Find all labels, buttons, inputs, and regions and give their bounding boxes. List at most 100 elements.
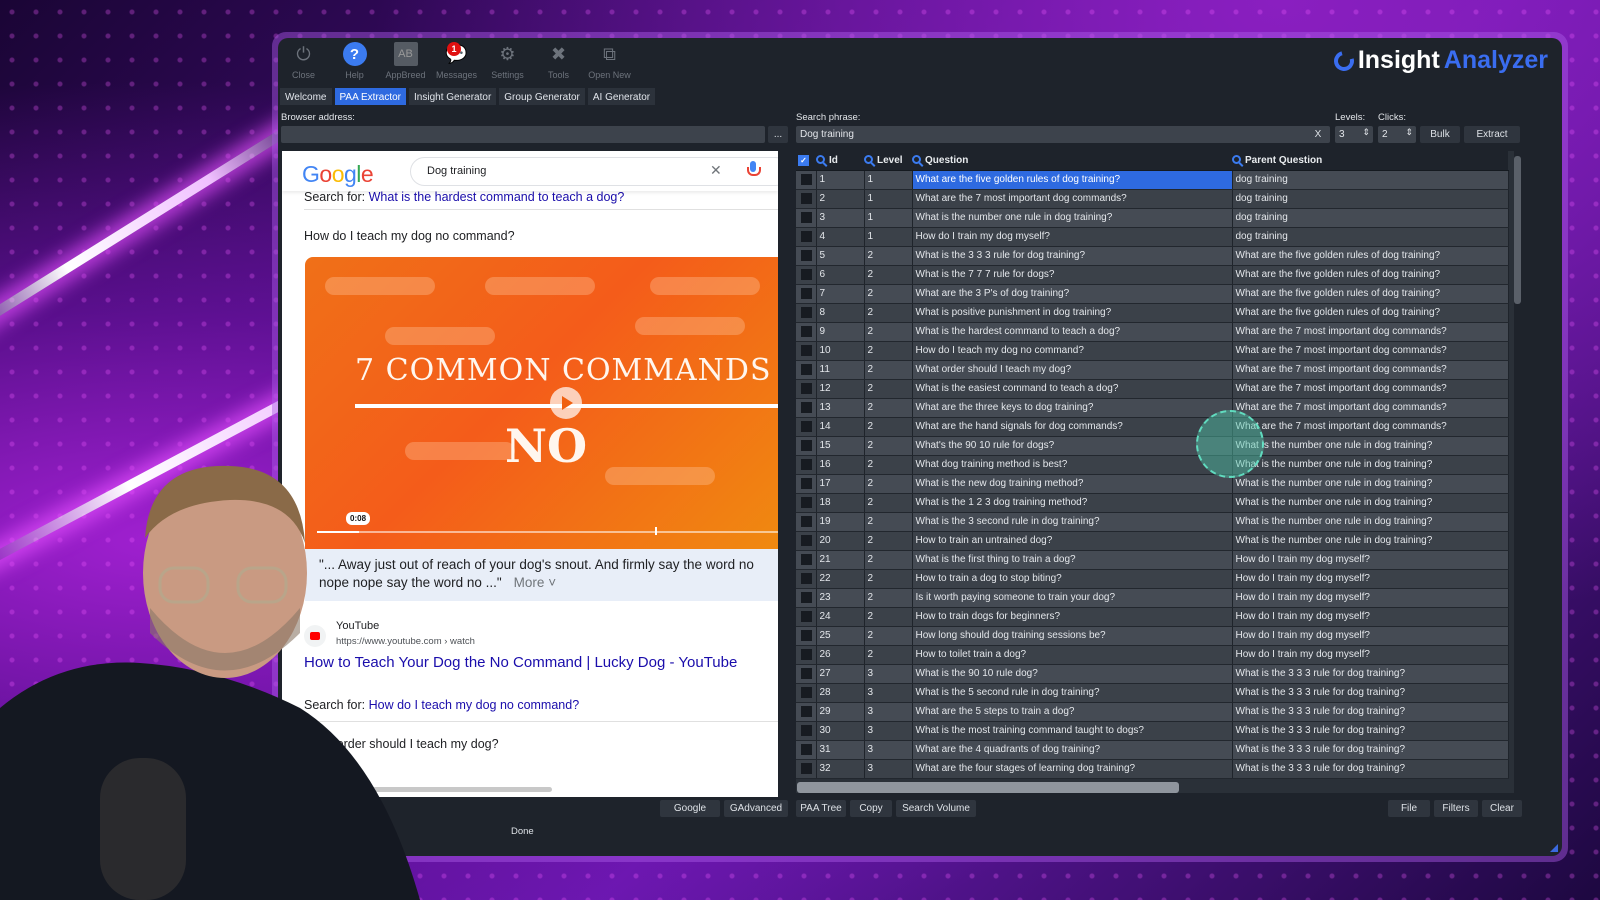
table-row[interactable]: 3 1 What is the number one rule in dog tra…: [796, 208, 1509, 228]
cell-parent-question[interactable]: What is the number one rule in dog train…: [1232, 455, 1509, 475]
table-row[interactable]: 8 2 What is positive punishment in dog tra…: [796, 303, 1509, 323]
extract-button[interactable]: Extract: [1464, 126, 1520, 143]
cell-question[interactable]: What is the 5 second rule in dog trainin…: [912, 683, 1233, 703]
row-checkbox[interactable]: [796, 208, 817, 228]
row-checkbox[interactable]: [796, 512, 817, 532]
row-checkbox[interactable]: [796, 265, 817, 285]
cell-parent-question[interactable]: What are the 7 most important dog comman…: [1232, 322, 1509, 342]
search-icon[interactable]: [864, 154, 873, 164]
column-question[interactable]: Question: [912, 151, 1232, 171]
cell-question[interactable]: What's the 90 10 rule for dogs?: [912, 436, 1233, 456]
cell-question[interactable]: What is the hardest command to teach a d…: [912, 322, 1233, 342]
file-button[interactable]: File: [1388, 800, 1430, 817]
table-row[interactable]: 32 3 What are the four stages of learning …: [796, 759, 1509, 779]
row-checkbox[interactable]: [796, 246, 817, 266]
open-new-button[interactable]: ⧉ Open New: [584, 38, 635, 86]
row-checkbox[interactable]: [796, 417, 817, 437]
row-checkbox[interactable]: [796, 170, 817, 190]
paa-tree-button[interactable]: PAA Tree: [796, 800, 846, 817]
row-checkbox[interactable]: [796, 607, 817, 627]
cell-question[interactable]: What is positive punishment in dog train…: [912, 303, 1233, 323]
cell-parent-question[interactable]: What are the five golden rules of dog tr…: [1232, 303, 1509, 323]
table-row[interactable]: 30 3 What is the most training command tau…: [796, 721, 1509, 741]
cell-question[interactable]: What are the three keys to dog training?: [912, 398, 1233, 418]
cell-parent-question[interactable]: What is the number one rule in dog train…: [1232, 436, 1509, 456]
table-row[interactable]: 16 2 What dog training method is best? What…: [796, 455, 1509, 475]
clear-search-icon[interactable]: ✕: [710, 162, 722, 179]
search-icon[interactable]: [912, 154, 921, 164]
row-checkbox[interactable]: [796, 284, 817, 304]
cell-parent-question[interactable]: What is the 3 3 3 rule for dog training?: [1232, 721, 1509, 741]
messages-button[interactable]: 💬1Messages: [431, 38, 482, 86]
cell-question[interactable]: What are the 4 quadrants of dog training…: [912, 740, 1233, 760]
cell-question[interactable]: What is the number one rule in dog train…: [912, 208, 1233, 228]
copy-button[interactable]: Copy: [850, 800, 892, 817]
cell-parent-question[interactable]: What is the number one rule in dog train…: [1232, 531, 1509, 551]
cell-parent-question[interactable]: How do I train my dog myself?: [1232, 607, 1509, 627]
column-id[interactable]: Id: [816, 151, 864, 171]
more-link[interactable]: More ˅: [514, 575, 556, 590]
browser-address-input[interactable]: [281, 126, 765, 143]
cell-question[interactable]: How to toilet train a dog?: [912, 645, 1233, 665]
row-checkbox[interactable]: [796, 303, 817, 323]
settings-button[interactable]: ⚙ Settings: [482, 38, 533, 86]
cell-question[interactable]: What is the new dog training method?: [912, 474, 1233, 494]
cell-question[interactable]: What is the easiest command to teach a d…: [912, 379, 1233, 399]
cell-question[interactable]: Is it worth paying someone to train your…: [912, 588, 1233, 608]
table-row[interactable]: 20 2 How to train an untrained dog? What is…: [796, 531, 1509, 551]
google-search-input[interactable]: Dog training: [410, 157, 778, 186]
cell-parent-question[interactable]: What is the 3 3 3 rule for dog training?: [1232, 759, 1509, 779]
search-icon[interactable]: [816, 154, 825, 164]
table-row[interactable]: 22 2 How to train a dog to stop biting? How…: [796, 569, 1509, 589]
table-row[interactable]: 6 2 What is the 7 7 7 rule for dogs? What a…: [796, 265, 1509, 285]
cell-parent-question[interactable]: What is the 3 3 3 rule for dog training?: [1232, 683, 1509, 703]
table-row[interactable]: 21 2 What is the first thing to train a do…: [796, 550, 1509, 570]
search-for-link[interactable]: What is the hardest command to teach a d…: [369, 190, 625, 204]
cell-question[interactable]: What are the five golden rules of dog tr…: [912, 170, 1233, 190]
table-row[interactable]: 19 2 What is the 3 second rule in dog trai…: [796, 512, 1509, 532]
row-checkbox[interactable]: [796, 683, 817, 703]
table-row[interactable]: 26 2 How to toilet train a dog? How do I tr…: [796, 645, 1509, 665]
play-icon[interactable]: [550, 387, 582, 419]
cell-parent-question[interactable]: What are the 7 most important dog comman…: [1232, 417, 1509, 437]
cell-question[interactable]: What is the most training command taught…: [912, 721, 1233, 741]
cell-question[interactable]: What is the 7 7 7 rule for dogs?: [912, 265, 1233, 285]
cell-parent-question[interactable]: What is the number one rule in dog train…: [1232, 493, 1509, 513]
cell-question[interactable]: How to train an untrained dog?: [912, 531, 1233, 551]
gadvanced-button[interactable]: GAdvanced: [724, 800, 788, 817]
cell-question[interactable]: What is the 3 3 3 rule for dog training?: [912, 246, 1233, 266]
cell-parent-question[interactable]: dog training: [1232, 189, 1509, 209]
google-button[interactable]: Google: [660, 800, 720, 817]
table-row[interactable]: 2 1 What are the 7 most important dog comm…: [796, 189, 1509, 209]
row-checkbox[interactable]: [796, 550, 817, 570]
table-row[interactable]: 24 2 How to train dogs for beginners? How d…: [796, 607, 1509, 627]
table-row[interactable]: 4 1 How do I train my dog myself? dog train…: [796, 227, 1509, 247]
clear-phrase-button[interactable]: X: [1308, 126, 1328, 143]
row-checkbox[interactable]: [796, 455, 817, 475]
row-checkbox[interactable]: [796, 664, 817, 684]
tab-insight-generator[interactable]: Insight Generator: [409, 88, 497, 105]
cell-parent-question[interactable]: How do I train my dog myself?: [1232, 550, 1509, 570]
cell-parent-question[interactable]: How do I train my dog myself?: [1232, 645, 1509, 665]
cell-question[interactable]: What order should I teach my dog?: [912, 360, 1233, 380]
cell-question[interactable]: How long should dog training sessions be…: [912, 626, 1233, 646]
cell-parent-question[interactable]: What is the 3 3 3 rule for dog training?: [1232, 664, 1509, 684]
row-checkbox[interactable]: [796, 322, 817, 342]
cell-parent-question[interactable]: What are the 7 most important dog comman…: [1232, 360, 1509, 380]
cell-question[interactable]: How do I teach my dog no command?: [912, 341, 1233, 361]
cell-question[interactable]: What are the 3 P's of dog training?: [912, 284, 1233, 304]
column-level[interactable]: Level: [864, 151, 912, 171]
cell-parent-question[interactable]: How do I train my dog myself?: [1232, 626, 1509, 646]
table-row[interactable]: 5 2 What is the 3 3 3 rule for dog trainin…: [796, 246, 1509, 266]
table-row[interactable]: 28 3 What is the 5 second rule in dog trai…: [796, 683, 1509, 703]
row-checkbox[interactable]: [796, 569, 817, 589]
cell-question[interactable]: What is the 90 10 rule dog?: [912, 664, 1233, 684]
cell-parent-question[interactable]: What is the number one rule in dog train…: [1232, 512, 1509, 532]
appbreed-button[interactable]: AB AppBreed: [380, 38, 431, 86]
filters-button[interactable]: Filters: [1434, 800, 1478, 817]
levels-stepper[interactable]: 3 ⇕: [1335, 126, 1373, 143]
row-checkbox[interactable]: [796, 436, 817, 456]
cell-question[interactable]: What is the 3 second rule in dog trainin…: [912, 512, 1233, 532]
table-row[interactable]: 17 2 What is the new dog training method? W…: [796, 474, 1509, 494]
bulk-button[interactable]: Bulk: [1420, 126, 1460, 143]
